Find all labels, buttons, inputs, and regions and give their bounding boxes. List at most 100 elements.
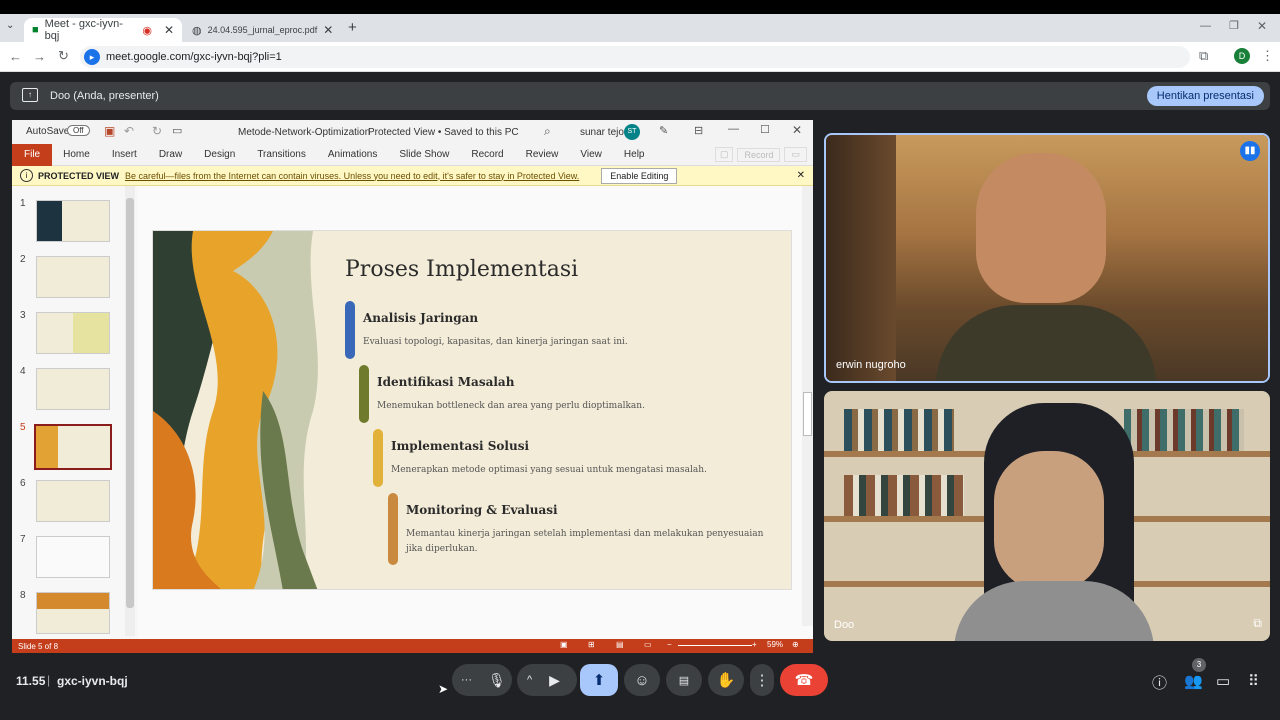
present-button[interactable]: ▭ [784, 147, 807, 162]
present-screen-button[interactable]: ⬆ [580, 664, 618, 696]
zoom-in-icon[interactable]: + [752, 640, 757, 649]
people-icon[interactable]: 👥 [1184, 672, 1203, 690]
zoom-out-icon[interactable]: − [667, 640, 672, 649]
slide-thumbnail-4[interactable] [36, 368, 110, 410]
url-input[interactable]: ▸ meet.google.com/gxc-iyvn-bqj?pli=1 [80, 46, 1190, 68]
enable-editing-button[interactable]: Enable Editing [601, 167, 678, 184]
participant-tile-1[interactable]: ▮▮ erwin nugroho [824, 133, 1270, 383]
chat-icon[interactable]: ▭ [1216, 672, 1230, 690]
tab-pdf[interactable]: ◍ 24.04.595_jurnal_eproc.pdf ✕ [184, 18, 340, 42]
step-identifikasi-masalah: Identifikasi Masalah Menemukan bottlenec… [359, 365, 779, 423]
reading-view-icon[interactable]: ▤ [616, 640, 624, 649]
present-from-start-icon[interactable]: ▭ [172, 124, 182, 137]
slide-thumbnail-7[interactable] [36, 536, 110, 578]
ribbon-tab-file[interactable]: File [12, 143, 53, 166]
ribbon-tab-view[interactable]: View [569, 149, 613, 160]
leave-call-button[interactable]: ☎ [780, 664, 828, 696]
close-bar-icon[interactable]: ✕ [797, 170, 805, 181]
minimize-icon[interactable]: — [1200, 20, 1211, 32]
new-tab-icon[interactable]: + [348, 19, 357, 36]
slide-scrollbar[interactable] [802, 186, 813, 626]
ribbon-tab-slideshow[interactable]: Slide Show [388, 149, 460, 160]
save-icon[interactable]: ▣ [104, 124, 115, 138]
protected-view-message[interactable]: Be careful—files from the Internet can c… [125, 171, 579, 181]
menu-kebab-icon[interactable]: ⋮ [1261, 48, 1274, 64]
fit-slide-icon[interactable]: ⊕ [792, 640, 799, 649]
tab-meet[interactable]: ■ Meet - gxc-iyvn-bqj ◉ ✕ [24, 18, 182, 42]
reload-icon[interactable]: ↻ [58, 48, 69, 64]
captions-button[interactable]: ▤ [666, 664, 702, 696]
globe-icon: ◍ [192, 24, 202, 37]
meeting-info-icon[interactable]: ⓘ [1152, 672, 1167, 693]
mouse-cursor-icon: ➤ [438, 682, 449, 696]
pip-icon[interactable]: ⧉ [1253, 616, 1262, 631]
search-icon[interactable]: ⌕ [544, 124, 551, 139]
step-heading: Implementasi Solusi [391, 439, 530, 453]
slide-thumbnail-8[interactable] [36, 592, 110, 634]
extensions-icon[interactable]: ⧉ [1199, 48, 1208, 64]
info-icon: i [20, 169, 33, 182]
ribbon-display-icon[interactable]: ⊟ [694, 124, 703, 137]
abstract-shapes-graphic [153, 231, 318, 589]
ribbon-tab-insert[interactable]: Insert [101, 149, 148, 160]
redo-icon[interactable]: ↻ [152, 124, 162, 138]
comments-icon[interactable]: ▢ [714, 147, 734, 162]
step-bar [388, 493, 398, 565]
books [844, 475, 964, 516]
reactions-button[interactable]: ☺ [624, 664, 660, 696]
video-feed-porch [826, 135, 896, 381]
forward-icon[interactable]: → [33, 49, 46, 64]
ribbon-tab-help[interactable]: Help [613, 149, 656, 160]
activities-icon[interactable]: ⠿ [1248, 672, 1259, 690]
ribbon-tab-transitions[interactable]: Transitions [246, 149, 317, 160]
presenter-banner: ↑ Doo (Anda, presenter) [10, 82, 1270, 110]
participant-tile-2[interactable]: ⧉ Doo [824, 391, 1270, 641]
close-icon[interactable]: ✕ [792, 123, 802, 137]
ribbon-tab-home[interactable]: Home [52, 149, 101, 160]
slide-thumbnail-1[interactable] [36, 200, 110, 242]
autosave-toggle[interactable]: Off [67, 125, 90, 136]
profile-avatar[interactable]: D [1234, 48, 1250, 64]
audio-controls: ··· 🎙 [452, 664, 512, 696]
more-options-button[interactable]: ⋮ [750, 664, 774, 696]
undo-icon[interactable]: ↶ [124, 124, 134, 138]
site-info-icon[interactable]: ▸ [84, 49, 100, 65]
ribbon-tab-animations[interactable]: Animations [317, 149, 388, 160]
record-button[interactable]: Record [737, 147, 781, 162]
microphone-icon[interactable]: 🎙 [488, 672, 506, 689]
slide-thumbnail-6[interactable] [36, 480, 110, 522]
slide-sorter-icon[interactable]: ⊞ [588, 640, 595, 649]
slide-thumbnail-5-selected[interactable] [34, 424, 112, 470]
pen-icon[interactable]: ✎ [659, 124, 668, 137]
normal-view-icon[interactable]: ▣ [560, 640, 568, 649]
stop-presenting-button[interactable]: Hentikan presentasi [1146, 86, 1264, 106]
step-implementasi-solusi: Implementasi Solusi Menerapkan metode op… [373, 429, 783, 487]
protected-view-bar: i PROTECTED VIEW Be careful—files from t… [12, 166, 813, 186]
maximize-icon[interactable]: ☐ [760, 123, 770, 136]
ribbon-tab-record[interactable]: Record [460, 149, 514, 160]
ribbon-tabs: File Home Insert Draw Design Transitions… [12, 143, 813, 166]
restore-icon[interactable]: ❐ [1229, 19, 1239, 32]
raise-hand-button[interactable]: ✋ [708, 664, 744, 696]
back-icon[interactable]: ← [9, 49, 22, 64]
ribbon-tab-design[interactable]: Design [193, 149, 246, 160]
audio-options-icon[interactable]: ··· [461, 674, 472, 686]
user-avatar[interactable]: ST [624, 124, 640, 140]
ribbon-tab-draw[interactable]: Draw [148, 149, 193, 160]
slide-thumbnail-3[interactable] [36, 312, 110, 354]
video-options-icon[interactable]: ^ [527, 674, 532, 686]
slideshow-view-icon[interactable]: ▭ [644, 640, 652, 649]
minimize-icon[interactable]: — [728, 123, 739, 135]
tab-list-icon[interactable]: ⌄ [6, 20, 14, 31]
slide-counter: Slide 5 of 8 [18, 641, 59, 651]
speaking-indicator-icon: ▮▮ [1240, 141, 1260, 161]
close-tab-icon[interactable]: ✕ [323, 23, 333, 37]
zoom-level[interactable]: 59% [767, 640, 783, 649]
ribbon-tab-review[interactable]: Review [515, 149, 570, 160]
camera-icon[interactable]: ▶ [549, 672, 560, 689]
zoom-slider[interactable] [678, 645, 752, 646]
close-window-icon[interactable]: ✕ [1257, 19, 1267, 33]
slide-thumbnail-2[interactable] [36, 256, 110, 298]
thumbnail-scrollbar[interactable] [125, 186, 135, 636]
close-tab-icon[interactable]: ✕ [164, 23, 174, 37]
